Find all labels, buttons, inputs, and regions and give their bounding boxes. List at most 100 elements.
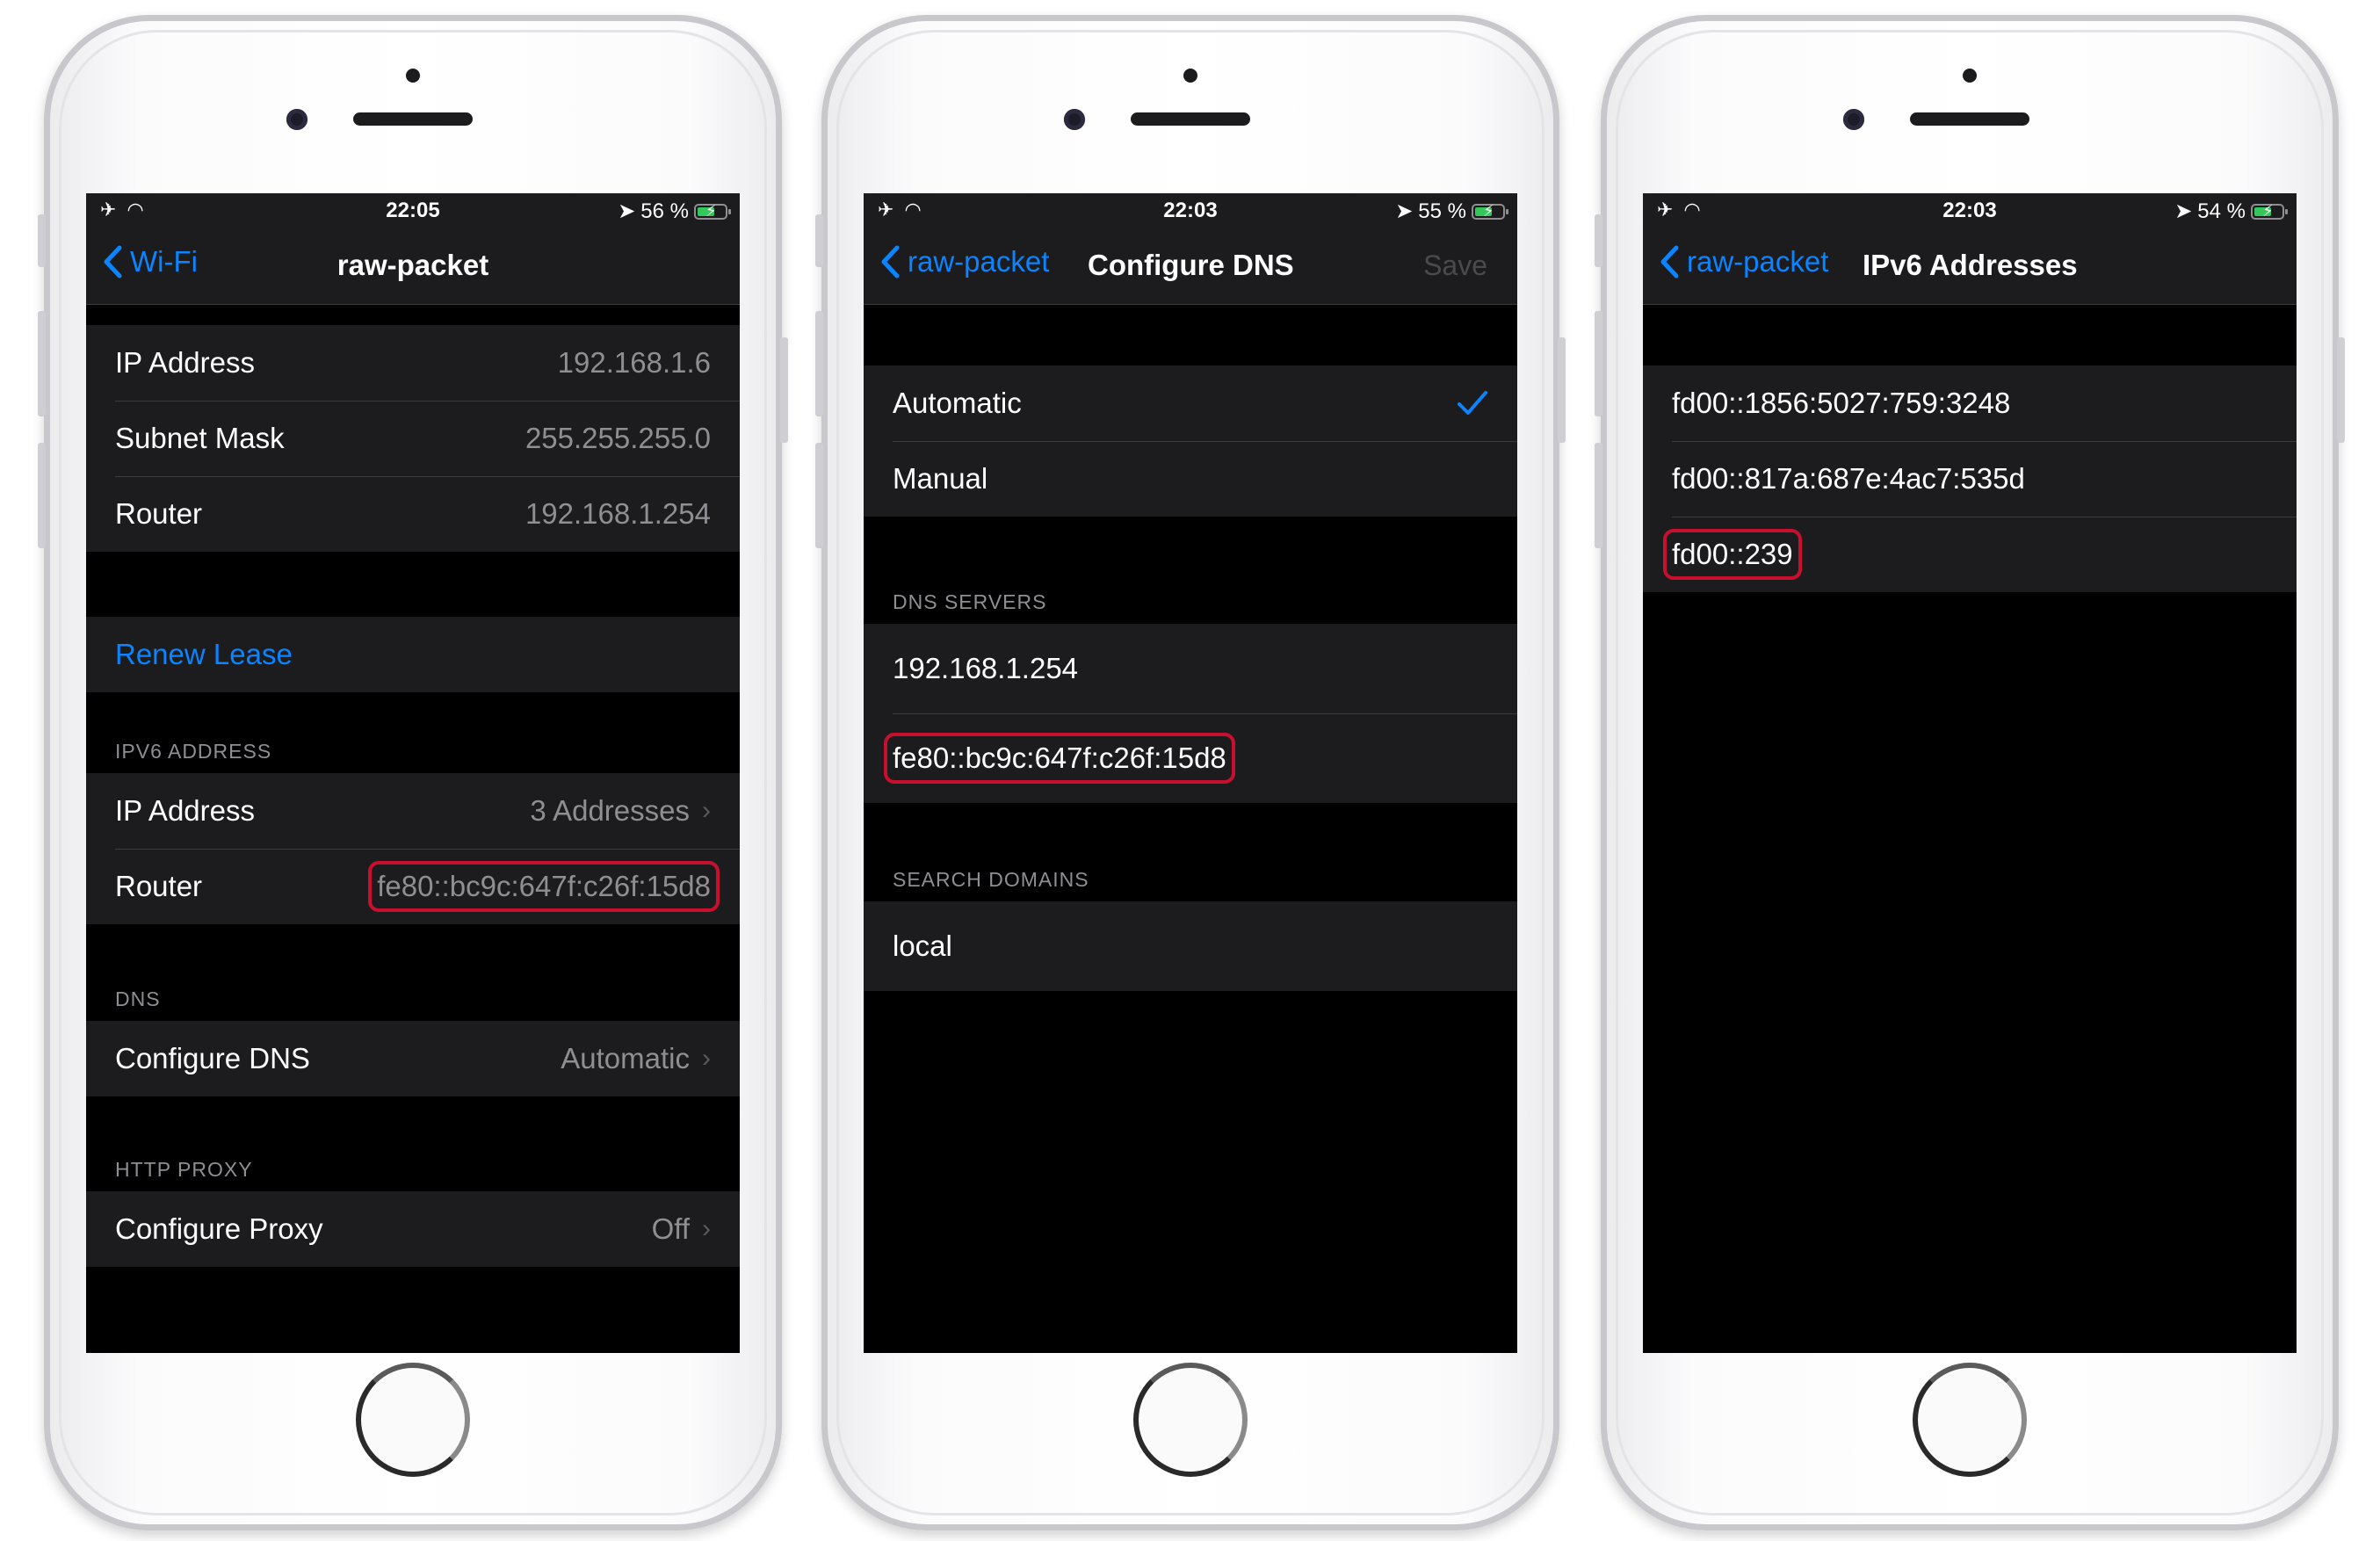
manual-option[interactable]: Manual (864, 441, 1517, 517)
ipv6-router-row: Router fe80::bc9c:647f:c26f:15d8 (86, 849, 740, 924)
ipv6-address-value: fd00::1856:5027:759:3248 (1672, 387, 2011, 419)
volume-down-button (1595, 443, 1602, 548)
home-button[interactable] (1913, 1363, 2027, 1477)
front-camera (286, 109, 307, 130)
row-value: 255.255.255.0 (524, 422, 711, 454)
option-label: Manual (893, 462, 988, 495)
navigation-bar: raw-packet Configure DNS Save (864, 225, 1517, 305)
ipv6-address-row: fd00::239 (1643, 517, 2297, 592)
volume-up-button (815, 311, 823, 416)
router-row: Router 192.168.1.254 (86, 476, 740, 552)
row-label: IP Address (115, 346, 255, 379)
phone-frame-2: ✈ ◠ 22:03 ➤ 55 % ⚡ raw-packet Configure … (815, 15, 1566, 1530)
ipv6-section-header: IPV6 ADDRESS (115, 740, 272, 763)
back-button-label: raw-packet (908, 245, 1050, 278)
status-bar: ✈ ◠ 22:03 ➤ 54 % ⚡ (1643, 193, 2297, 225)
ipv6-group: IP Address 3 Addresses › Router fe80::bc… (86, 773, 740, 924)
screen: ✈ ◠ 22:03 ➤ 54 % ⚡ raw-packet IPv6 Addre… (1643, 193, 2297, 1353)
back-button[interactable]: raw-packet (879, 244, 1049, 279)
volume-up-button (38, 311, 46, 416)
battery-icon: ⚡ (694, 202, 731, 220)
earpiece-speaker (1910, 112, 2029, 126)
row-value: Off (651, 1212, 690, 1245)
row-label: Subnet Mask (115, 422, 285, 454)
status-bar: ✈ ◠ 22:05 ➤ 56 % ⚡ (86, 193, 740, 225)
navigation-bar: raw-packet IPv6 Addresses (1643, 225, 2297, 305)
renew-lease-group: Renew Lease (86, 617, 740, 692)
volume-down-button (815, 443, 823, 548)
ipv6-addresses-group: fd00::1856:5027:759:3248 fd00::817a:687e… (1643, 365, 2297, 592)
screen: ✈ ◠ 22:05 ➤ 56 % ⚡ Wi-Fi raw-packet IP A… (86, 193, 740, 1353)
search-domain-value: local (893, 930, 952, 962)
earpiece-speaker (1131, 112, 1250, 126)
ipv6-address-row: fd00::817a:687e:4ac7:535d (1643, 441, 2297, 517)
battery-icon: ⚡ (1472, 202, 1508, 220)
renew-lease-label: Renew Lease (115, 638, 293, 670)
power-button (2337, 337, 2345, 443)
dns-section-header: DNS (115, 988, 161, 1010)
automatic-option[interactable]: Automatic (864, 365, 1517, 441)
option-label: Automatic (893, 387, 1022, 419)
row-label: Router (115, 870, 203, 902)
save-button[interactable]: Save (1423, 250, 1487, 282)
front-camera (1843, 109, 1864, 130)
dns-servers-header: DNS SERVERS (893, 590, 1047, 613)
search-domain-row: local (864, 901, 1517, 991)
ipv6-address-row[interactable]: IP Address 3 Addresses › (86, 773, 740, 849)
earpiece-speaker (353, 112, 473, 126)
back-button-label: raw-packet (1687, 245, 1829, 278)
ipv6-address-value-highlighted: fd00::239 (1663, 529, 1802, 580)
volume-down-button (38, 443, 46, 548)
chevron-left-icon (1660, 245, 1679, 279)
dns-mode-group: Automatic Manual (864, 365, 1517, 517)
configure-proxy-row[interactable]: Configure Proxy Off › (86, 1191, 740, 1267)
renew-lease-button[interactable]: Renew Lease (86, 617, 740, 692)
dns-server-row: fe80::bc9c:647f:c26f:15d8 (864, 713, 1517, 803)
status-bar: ✈ ◠ 22:03 ➤ 55 % ⚡ (864, 193, 1517, 225)
chevron-right-icon: › (702, 1044, 711, 1073)
location-icon: ➤ (2174, 199, 2193, 223)
navigation-bar: Wi-Fi raw-packet (86, 225, 740, 305)
configure-dns-row[interactable]: Configure DNS Automatic › (86, 1021, 740, 1096)
back-button[interactable]: raw-packet (1659, 244, 1828, 279)
power-button (780, 337, 788, 443)
location-icon: ➤ (1395, 199, 1414, 223)
proxy-section-header: HTTP PROXY (115, 1158, 253, 1181)
page-title: Configure DNS (1088, 249, 1294, 281)
row-value: 192.168.1.254 (524, 497, 711, 530)
battery-percent: 54 % (2197, 199, 2246, 223)
proximity-sensor (1183, 69, 1197, 83)
chevron-right-icon: › (702, 796, 711, 825)
volume-up-button (1595, 311, 1602, 416)
dns-server-value: 192.168.1.254 (893, 652, 1079, 684)
search-domains-group: local (864, 901, 1517, 991)
row-label: Configure DNS (115, 1042, 310, 1074)
ipv4-group: IP Address 192.168.1.6 Subnet Mask 255.2… (86, 325, 740, 552)
row-label: Router (115, 497, 203, 530)
row-value: 3 Addresses (530, 794, 690, 827)
row-value: 192.168.1.6 (557, 346, 711, 379)
row-value: Automatic (561, 1042, 690, 1074)
proximity-sensor (406, 69, 420, 83)
proxy-group: Configure Proxy Off › (86, 1191, 740, 1267)
mute-switch (1595, 214, 1602, 267)
checkmark-icon (1458, 391, 1487, 415)
ipv6-address-value: fd00::817a:687e:4ac7:535d (1672, 462, 2025, 495)
page-title: raw-packet (336, 249, 489, 281)
battery-icon: ⚡ (2251, 202, 2288, 220)
battery-percent: 56 % (640, 199, 689, 223)
home-button[interactable] (356, 1363, 470, 1477)
mute-switch (815, 214, 823, 267)
screen: ✈ ◠ 22:03 ➤ 55 % ⚡ raw-packet Configure … (864, 193, 1517, 1353)
home-button[interactable] (1133, 1363, 1248, 1477)
dns-server-value-highlighted: fe80::bc9c:647f:c26f:15d8 (884, 733, 1235, 784)
power-button (1558, 337, 1566, 443)
mute-switch (38, 214, 46, 267)
page-title: IPv6 Addresses (1863, 249, 2078, 281)
dns-group: Configure DNS Automatic › (86, 1021, 740, 1096)
front-camera (1064, 109, 1085, 130)
ipv6-address-row: fd00::1856:5027:759:3248 (1643, 365, 2297, 441)
proximity-sensor (1963, 69, 1977, 83)
phone-frame-3: ✈ ◠ 22:03 ➤ 54 % ⚡ raw-packet IPv6 Addre… (1595, 15, 2345, 1530)
ipv6-router-value: fe80::bc9c:647f:c26f:15d8 (368, 861, 720, 912)
